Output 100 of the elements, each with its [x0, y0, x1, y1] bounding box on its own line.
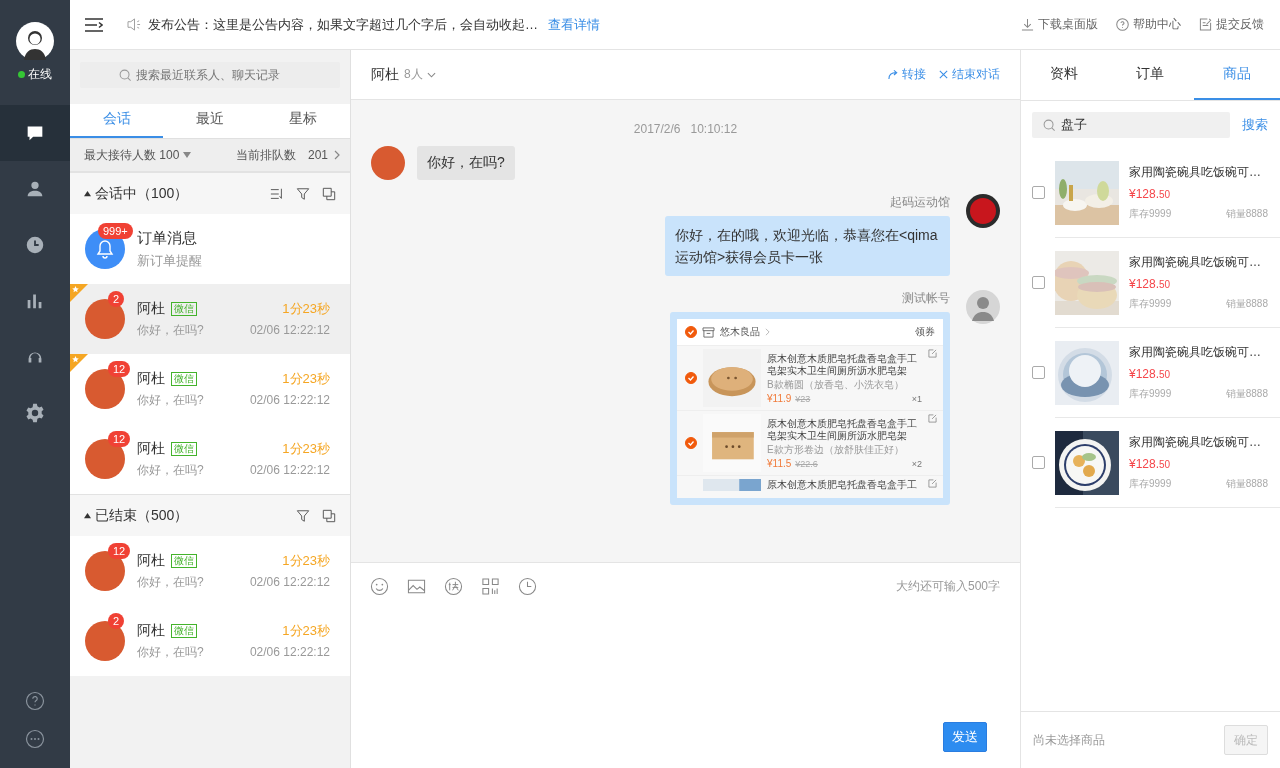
expand-icon[interactable]: [84, 190, 91, 197]
clock-icon[interactable]: [24, 234, 46, 256]
panel-tab[interactable]: 订单: [1107, 50, 1194, 100]
message-preview: 你好，在吗?: [137, 643, 204, 661]
search-icon: [119, 68, 132, 82]
conversation-item[interactable]: 12 阿杜 微信 1分23秒 你好，在吗? 02/06 12:22:12: [70, 424, 350, 494]
search-input[interactable]: 搜索最近联系人、聊天记录: [136, 68, 301, 82]
search-button[interactable]: 搜索: [1242, 116, 1268, 134]
message-time: 02/06 12:22:12: [249, 645, 330, 659]
filter-icon[interactable]: [296, 186, 310, 201]
chat-action-link[interactable]: 转接: [888, 66, 926, 83]
download-icon[interactable]: [1021, 18, 1034, 31]
help-icon[interactable]: [1116, 18, 1129, 31]
avatar: [966, 194, 1000, 228]
queue-label: 当前排队数: [235, 146, 296, 164]
contact-tab[interactable]: 最近: [163, 104, 257, 138]
conversation-item[interactable]: 2 阿杜 微信 1分23秒 你好，在吗? 02/06 12:22:12: [70, 606, 350, 676]
checkbox[interactable]: [685, 326, 697, 338]
edit-icon[interactable]: [928, 414, 937, 423]
group-header[interactable]: 已结束（500）: [70, 494, 350, 536]
search-field[interactable]: 盘子: [1032, 112, 1230, 138]
caret-icon[interactable]: [183, 152, 192, 158]
message-time: 02/06 12:22:12: [249, 393, 330, 407]
product-price: ¥128.50: [1129, 277, 1172, 291]
settings-icon[interactable]: [24, 402, 46, 424]
close-icon[interactable]: [938, 69, 949, 80]
unread-badge: 2: [108, 613, 125, 629]
qr-code-icon[interactable]: [481, 577, 500, 596]
top-link[interactable]: 提交反馈: [1199, 16, 1264, 33]
chevron-right-icon[interactable]: [765, 328, 770, 336]
checkbox[interactable]: [1032, 456, 1045, 469]
help-icon[interactable]: [25, 691, 45, 711]
checkbox[interactable]: [1032, 186, 1045, 199]
queue-count[interactable]: 201: [307, 148, 328, 162]
product-price: ¥11.5: [767, 457, 792, 469]
avatar: [371, 146, 405, 180]
wechat-tag: 微信: [171, 441, 197, 456]
unread-badge: 12: [108, 361, 131, 377]
panel-tab[interactable]: 资料: [1021, 50, 1108, 100]
image-icon[interactable]: [407, 577, 426, 596]
shop-icon: [702, 326, 715, 338]
checkbox[interactable]: [685, 437, 697, 449]
check-icon: [686, 373, 696, 383]
contact-name: 订单消息: [137, 228, 198, 248]
search-input[interactable]: 盘子: [1061, 117, 1181, 133]
checkbox[interactable]: [1032, 366, 1045, 379]
wait-duration: 1分23秒: [282, 621, 330, 640]
stock-count: 库存9999: [1129, 387, 1172, 401]
sales-count: 销量8888: [1225, 297, 1268, 311]
wechat-tag: 微信: [171, 553, 197, 568]
sort-icon[interactable]: [270, 186, 284, 201]
stock-count: 库存9999: [1129, 477, 1172, 491]
chat-action-link[interactable]: 结束对话: [938, 66, 1000, 83]
contact-tab[interactable]: 星标: [256, 104, 350, 138]
emoji-icon[interactable]: [370, 577, 389, 596]
checkbox[interactable]: [685, 372, 697, 384]
caret-icon[interactable]: [426, 71, 436, 78]
message-preview: 你好，在吗?: [137, 461, 204, 479]
coupon-link[interactable]: 领券: [915, 325, 935, 339]
expand-icon[interactable]: [84, 512, 91, 519]
message-bubble: 你好，在吗?: [417, 146, 515, 180]
wait-duration: 1分23秒: [282, 551, 330, 570]
conversation-item[interactable]: 12 阿杜 微信 1分23秒 你好，在吗? 02/06 12:22:12: [70, 354, 350, 424]
product-price: ¥128.50: [1129, 457, 1172, 471]
feedback-icon[interactable]: [1199, 18, 1212, 31]
group-header[interactable]: 会话中（100）: [70, 172, 350, 214]
product-title: 家用陶瓷碗具吃饭碗可…: [1129, 344, 1262, 361]
product-title: 家用陶瓷碗具吃饭碗可…: [1129, 164, 1262, 181]
max-reception-dropdown[interactable]: 最大接待人数 100: [84, 146, 192, 164]
checkbox[interactable]: [1032, 276, 1045, 289]
chat-title: 阿杜: [371, 65, 399, 84]
product-variant: B款椭圆（放香皂、小洗衣皂）: [767, 378, 905, 391]
edit-icon[interactable]: [928, 349, 937, 358]
notice-link[interactable]: 查看详情: [548, 15, 600, 34]
shop-name[interactable]: 悠木良品: [720, 325, 760, 339]
clock-icon[interactable]: [518, 577, 537, 596]
product-price: ¥128.50: [1129, 187, 1172, 201]
top-link[interactable]: 下载桌面版: [1021, 16, 1098, 33]
product-title: 原木创意木质肥皂托盘香皂盒手工皂架实木卫生间厕所沥水肥皂架: [767, 352, 918, 377]
user-avatar[interactable]: [16, 22, 54, 60]
message-time: 02/06 12:22:12: [249, 575, 330, 589]
menu-icon[interactable]: [85, 17, 103, 32]
more-icon[interactable]: [25, 729, 45, 749]
forward-icon[interactable]: [888, 69, 899, 80]
search-field[interactable]: 搜索最近联系人、聊天记录: [80, 62, 340, 88]
nav-item[interactable]: [0, 105, 70, 161]
panel-tab[interactable]: 商品: [1193, 50, 1280, 100]
copy-icon[interactable]: [322, 186, 336, 201]
original-price: ¥22.6: [795, 458, 818, 469]
message-preview: 你好，在吗?: [137, 573, 204, 591]
quick-reply-icon[interactable]: [444, 577, 463, 596]
filter-icon[interactable]: [296, 508, 310, 523]
conversation-item[interactable]: 12 阿杜 微信 1分23秒 你好，在吗? 02/06 12:22:12: [70, 536, 350, 606]
wait-duration: 1分23秒: [282, 439, 330, 458]
chevron-right-icon[interactable]: [334, 150, 340, 160]
copy-icon[interactable]: [322, 508, 336, 523]
message-timestamp: 2017/2/6 10:10:12: [632, 122, 739, 136]
edit-icon[interactable]: [928, 479, 937, 488]
unread-badge: 999+: [98, 223, 133, 239]
top-link[interactable]: 帮助中心: [1116, 16, 1181, 33]
